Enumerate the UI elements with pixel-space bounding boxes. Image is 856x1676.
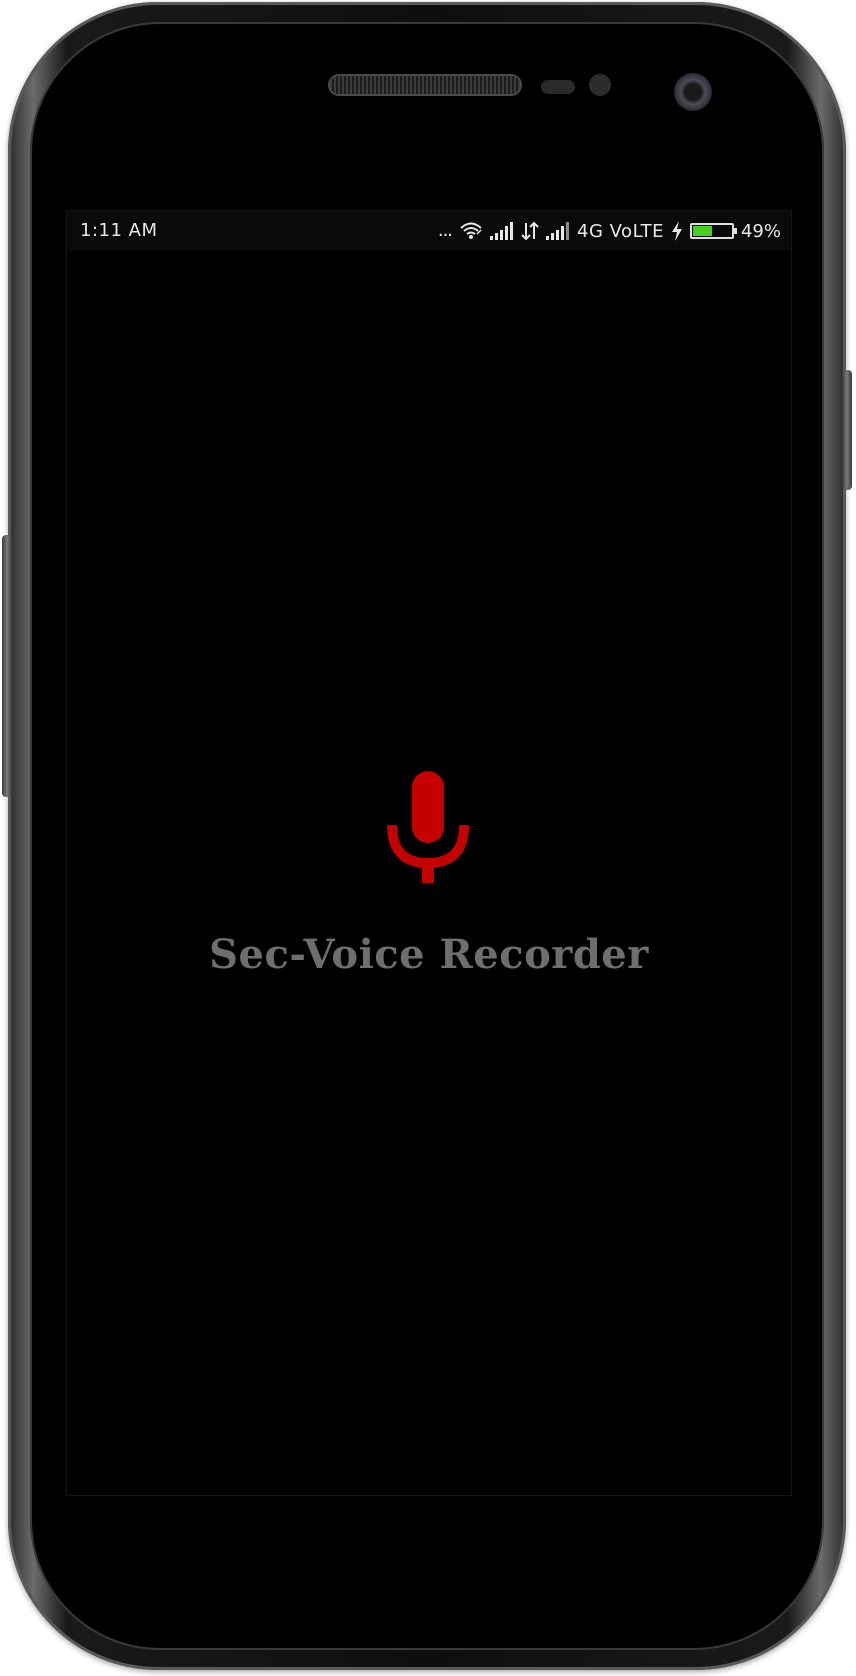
battery-percent: 49% xyxy=(740,220,781,242)
signal-strength-icon-sim2 xyxy=(546,222,570,240)
app-title: Sec-Voice Recorder xyxy=(209,931,649,978)
wifi-icon xyxy=(460,222,482,239)
phone-screen: 1:11 AM ... 4G VoLTE 49% Sec-Voice Recor… xyxy=(66,210,792,1496)
mic-capsule xyxy=(412,771,444,843)
network-type: 4G VoLTE xyxy=(577,220,664,242)
front-camera xyxy=(674,73,712,111)
mic-stand-pole xyxy=(422,861,434,883)
microphone-icon xyxy=(387,771,469,883)
overflow-dots-icon: ... xyxy=(437,220,453,241)
signal-strength-icon xyxy=(490,222,514,240)
status-bar: 1:11 AM ... 4G VoLTE 49% xyxy=(67,211,791,251)
data-transfer-icon xyxy=(521,221,539,241)
status-icons: ... 4G VoLTE 49% xyxy=(438,218,781,244)
battery-icon xyxy=(689,223,737,239)
power-button xyxy=(842,370,852,490)
proximity-sensor xyxy=(541,80,575,94)
status-time: 1:11 AM xyxy=(80,220,158,241)
volume-button xyxy=(2,535,12,797)
battery-level-fill xyxy=(692,226,712,236)
charging-bolt-icon xyxy=(671,221,682,241)
light-sensor xyxy=(589,74,611,96)
earpiece-speaker xyxy=(330,76,520,94)
